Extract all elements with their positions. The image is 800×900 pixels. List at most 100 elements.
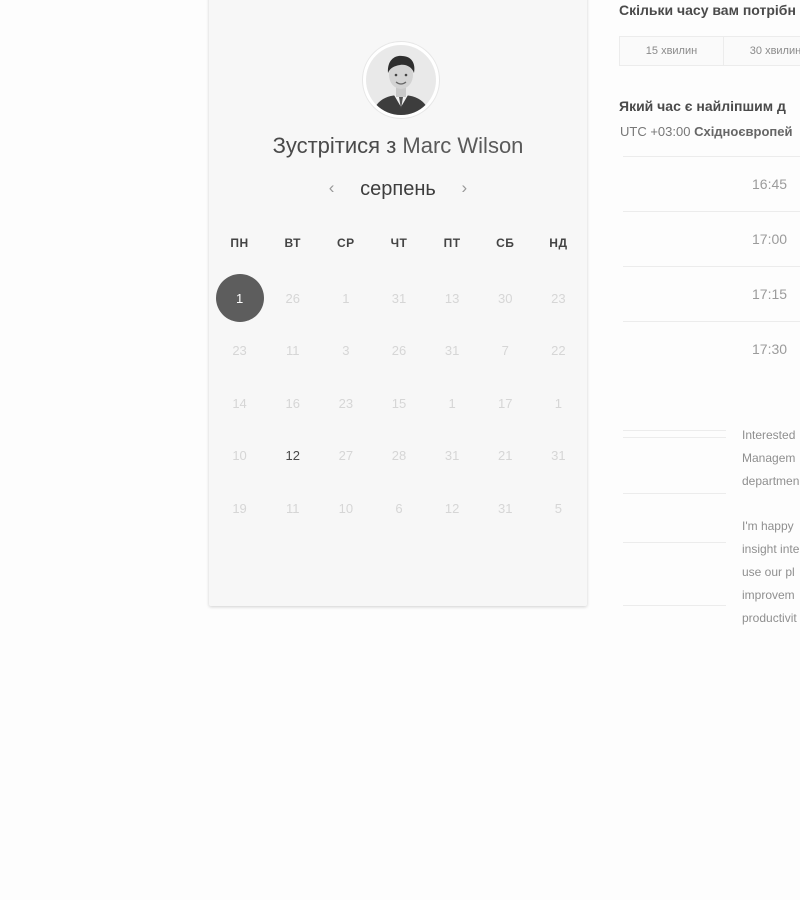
chevron-left-icon[interactable]: ‹ xyxy=(323,178,341,198)
time-question: Який час є найліпшим д xyxy=(619,98,786,114)
day-number: 1 xyxy=(554,395,563,411)
weekday-label: СР xyxy=(337,236,355,250)
divider xyxy=(623,437,726,438)
day-number: 23 xyxy=(232,343,247,359)
description-line: departmen xyxy=(742,474,800,488)
description-line: productivit xyxy=(742,611,797,625)
weekday-label: ПТ xyxy=(443,236,461,250)
day-number: 19 xyxy=(232,500,247,516)
day-number: 15 xyxy=(391,395,407,411)
description-line: Interested xyxy=(742,428,796,442)
day-number: 31 xyxy=(444,448,460,464)
description-line: insight inte xyxy=(742,542,800,556)
calendar-day: 23 xyxy=(319,377,372,430)
calendar-day: 3 xyxy=(319,325,372,378)
day-number: 5 xyxy=(554,500,563,516)
calendar-week: 23 11 3 26 31 7 22 xyxy=(213,325,585,378)
divider xyxy=(623,605,726,606)
day-number: 21 xyxy=(498,448,513,464)
day-number: 6 xyxy=(395,500,403,516)
month-navigation: ‹ серпень › xyxy=(209,178,587,201)
day-number: 10 xyxy=(232,448,247,464)
day-number: 31 xyxy=(391,290,407,306)
weekday-header: ПН ВТ СР ЧТ ПТ СБ НД xyxy=(213,236,585,250)
divider xyxy=(623,493,726,494)
day-number: 22 xyxy=(551,343,566,359)
calendar-day: 31 xyxy=(426,325,479,378)
calendar-day: 26 xyxy=(266,272,319,325)
timezone-label[interactable]: UTC +03:00 Східноєвропей xyxy=(620,124,792,139)
day-number: 17 xyxy=(498,395,513,411)
calendar-day-selected[interactable]: 1 xyxy=(213,272,266,325)
calendar-day: 7 xyxy=(479,325,532,378)
calendar-day: 22 xyxy=(532,325,585,378)
calendar-day: 10 xyxy=(319,482,372,535)
duration-option-30[interactable]: 30 хвилин xyxy=(724,37,800,65)
description-line: use our pl xyxy=(742,565,795,579)
calendar-day: 23 xyxy=(532,272,585,325)
calendar-card: Зустрітися з Marc Wilson ‹ серпень › ПН … xyxy=(209,0,587,606)
calendar-day: 19 xyxy=(213,482,266,535)
day-number: 23 xyxy=(551,290,566,306)
calendar-day: 28 xyxy=(372,430,425,483)
time-slot[interactable]: 17:00 xyxy=(623,211,800,266)
day-number: 1 xyxy=(448,395,456,411)
weekday-label: СБ xyxy=(496,236,515,250)
day-number: 26 xyxy=(391,343,407,359)
day-number: 12 xyxy=(285,448,300,464)
calendar-day: 6 xyxy=(372,482,425,535)
day-number: 1 xyxy=(342,290,350,306)
calendar-day: 1 xyxy=(426,377,479,430)
day-number: 23 xyxy=(338,395,354,411)
time-slot[interactable]: 17:30 xyxy=(623,321,800,376)
calendar-day: 15 xyxy=(372,377,425,430)
calendar-day: 31 xyxy=(372,272,425,325)
day-number: 7 xyxy=(501,343,509,359)
weekday-label: ВТ xyxy=(284,236,301,250)
chevron-right-icon[interactable]: › xyxy=(455,178,473,198)
host-avatar xyxy=(363,42,439,118)
calendar-day: 11 xyxy=(266,325,319,378)
calendar-day: 10 xyxy=(213,430,266,483)
calendar-day: 27 xyxy=(319,430,372,483)
calendar-day: 16 xyxy=(266,377,319,430)
calendar-grid: 1 26 1 31 1 3 30 23 23 11 3 26 31 7 22 14… xyxy=(213,272,585,535)
day-number: 3 xyxy=(342,343,350,359)
calendar-week: 14 16 23 15 1 17 1 xyxy=(213,377,585,430)
divider xyxy=(623,430,726,431)
day-number: 26 xyxy=(285,290,300,306)
calendar-day-available[interactable]: 12 xyxy=(266,430,319,483)
calendar-day: 5 xyxy=(532,482,585,535)
day-number: 12 xyxy=(444,500,460,516)
day-number: 31 xyxy=(551,448,566,464)
time-slot[interactable]: 16:45 xyxy=(623,156,800,211)
day-number: 11 xyxy=(285,343,300,359)
weekday-label: НД xyxy=(549,236,568,250)
day-number: 30 xyxy=(498,290,513,306)
time-slot[interactable]: 17:15 xyxy=(623,266,800,321)
duration-option-15[interactable]: 15 хвилин xyxy=(620,37,724,65)
day-number: 14 xyxy=(232,395,247,411)
day-number: 16 xyxy=(285,395,300,411)
calendar-day: 14 xyxy=(213,377,266,430)
meeting-title-prefix: Зустрітися з xyxy=(272,133,397,158)
calendar-week: 19 11 10 6 12 31 5 xyxy=(213,482,585,535)
calendar-day: 17 xyxy=(479,377,532,430)
description-line: improvem xyxy=(742,588,795,602)
timezone-name: Східноєвропей xyxy=(694,124,793,139)
duration-options: 15 хвилин 30 хвилин xyxy=(619,36,800,66)
calendar-day: 31 xyxy=(479,482,532,535)
day-number: 10 xyxy=(338,500,354,516)
calendar-day: 21 xyxy=(479,430,532,483)
calendar-day: 26 xyxy=(372,325,425,378)
calendar-day: 30 xyxy=(479,272,532,325)
weekday-label: ПН xyxy=(230,236,249,250)
host-name: Marc Wilson xyxy=(402,133,524,158)
description-line: I'm happy xyxy=(742,519,794,533)
calendar-day: 11 xyxy=(266,482,319,535)
description-paragraph: Interested Managem departmen xyxy=(742,424,800,493)
timezone-offset: UTC +03:00 xyxy=(620,124,691,139)
calendar-day: 1 xyxy=(319,272,372,325)
meeting-description: Interested Managem departmen I'm happy i… xyxy=(742,424,800,652)
month-label: серпень xyxy=(360,178,436,200)
